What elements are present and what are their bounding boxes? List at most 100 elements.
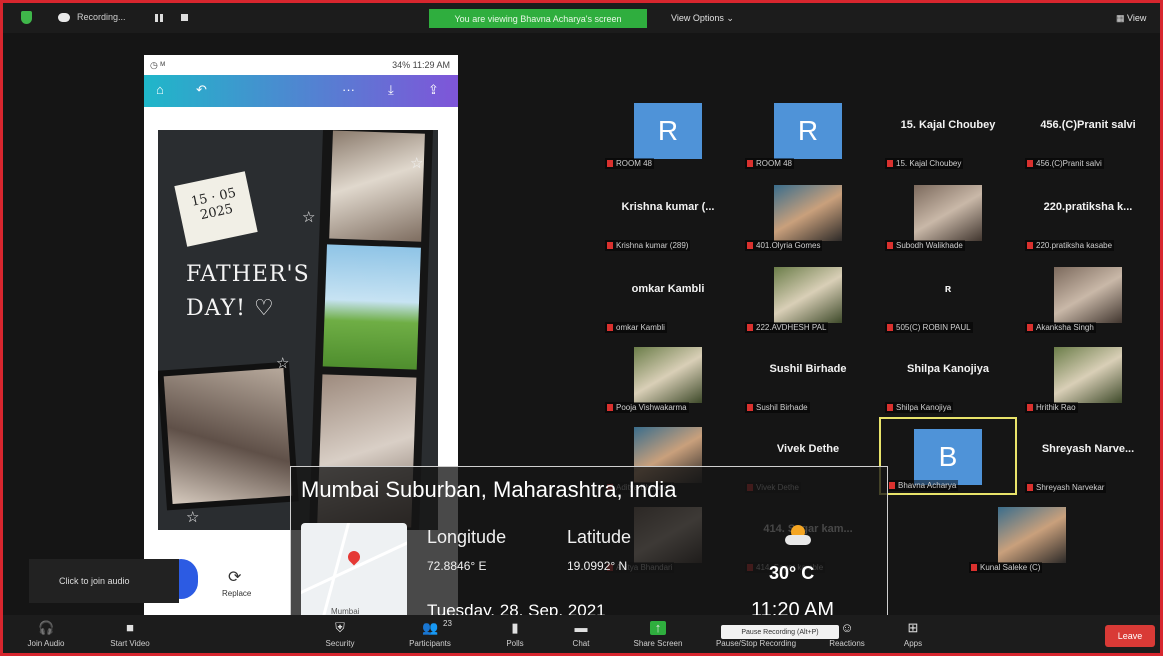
- meeting-toolbar: 🎧 Join Audio ■ Start Video ⛨ Security 👥 …: [3, 615, 1160, 653]
- participant-tile[interactable]: B Bhavna Acharya: [879, 417, 1017, 495]
- participant-name: Subodh Walikhade: [896, 241, 963, 250]
- polls-icon: ▮: [511, 620, 519, 635]
- participant-name: Bhavna Acharya: [898, 481, 957, 490]
- participants-label: Participants: [409, 639, 451, 648]
- participant-video: [1054, 267, 1122, 323]
- join-audio-label: Join Audio: [27, 639, 65, 648]
- participant-name: ROOM 48: [616, 159, 653, 168]
- apps-label: Apps: [903, 639, 923, 648]
- participant-name: Shreyash Narvekar: [1036, 483, 1105, 492]
- participant-tile[interactable]: Kunal Saleke (C): [963, 497, 1101, 575]
- muted-mic-icon: [887, 324, 893, 331]
- participant-display-name: Shreyash Narve...: [1041, 443, 1135, 455]
- zoom-window: Recording... You are viewing Bhavna Acha…: [0, 0, 1163, 656]
- longitude-header: Longitude: [427, 527, 507, 547]
- share-icon[interactable]: ⇪: [428, 82, 439, 98]
- participant-display-name: Sushil Birhade: [769, 363, 847, 375]
- participant-tile[interactable]: 401.Olyria Gomes: [739, 175, 877, 253]
- participant-tile[interactable]: 456.(C)Pranit salvi 456.(C)Pranit salvi: [1019, 93, 1157, 171]
- participant-tile[interactable]: 220.pratiksha k... 220.pratiksha kasabe: [1019, 175, 1157, 253]
- participant-tile[interactable]: Sushil Birhade Sushil Birhade: [739, 337, 877, 415]
- participant-tile[interactable]: Shilpa Kanojiya Shilpa Kanojiya: [879, 337, 1017, 415]
- participant-name: Kunal Saleke (C): [980, 563, 1041, 572]
- weather-icon: [781, 525, 815, 551]
- participant-tile[interactable]: Shreyash Narve... Shreyash Narvekar: [1019, 417, 1157, 495]
- pause-recording-icon[interactable]: [155, 14, 163, 22]
- polls-label: Polls: [506, 639, 524, 648]
- participant-name: ROOM 48: [756, 159, 793, 168]
- participant-tile[interactable]: Hrithik Rao: [1019, 337, 1157, 415]
- recording-label: Recording...: [77, 12, 126, 22]
- participant-name-label: 505(C) ROBIN PAUL: [885, 322, 973, 333]
- temperature: 30° C: [769, 563, 815, 583]
- participant-name: 505(C) ROBIN PAUL: [896, 323, 971, 332]
- longitude-value: 72.8846° E: [427, 559, 487, 573]
- replace-icon[interactable]: ⟳: [228, 567, 241, 587]
- participant-name-label: Shilpa Kanojiya: [885, 402, 954, 413]
- location-title: Mumbai Suburban, Maharashtra, India: [301, 477, 677, 502]
- join-audio-button[interactable]: 🎧 Join Audio: [21, 615, 71, 653]
- participant-tile[interactable]: ʀ 505(C) ROBIN PAUL: [879, 257, 1017, 335]
- participant-video: [774, 267, 842, 323]
- muted-mic-icon: [747, 160, 753, 167]
- participant-name: Krishna kumar (289): [616, 241, 689, 250]
- participant-tile[interactable]: 15. Kajal Choubey 15. Kajal Choubey: [879, 93, 1017, 171]
- muted-mic-icon: [1027, 324, 1033, 331]
- status-left: ◷ ᴹ: [150, 60, 165, 70]
- chat-button[interactable]: ▬ Chat: [563, 615, 599, 653]
- participant-tile[interactable]: omkar Kambli omkar Kambli: [599, 257, 737, 335]
- start-video-button[interactable]: ■ Start Video: [103, 615, 157, 653]
- star-doodle-icon: ☆: [302, 209, 316, 226]
- participant-tile[interactable]: Subodh Walikhade: [879, 175, 1017, 253]
- participant-name-label: 15. Kajal Choubey: [885, 158, 964, 169]
- participant-display-name: Vivek Dethe: [776, 443, 840, 455]
- muted-mic-icon: [887, 242, 893, 249]
- participant-tile[interactable]: Krishna kumar (... Krishna kumar (289): [599, 175, 737, 253]
- participant-name-label: omkar Kambli: [605, 322, 667, 333]
- undo-icon[interactable]: ↶: [196, 82, 207, 98]
- participant-tile[interactable]: R ROOM 48: [739, 93, 877, 171]
- participant-name: 222.AVDHESH PAL: [756, 323, 827, 332]
- download-icon[interactable]: ⤓: [388, 82, 394, 98]
- view-button[interactable]: ▦ View: [1116, 13, 1146, 24]
- cloud-recording-icon: [58, 13, 70, 22]
- muted-mic-icon: [1027, 160, 1033, 167]
- participant-name: Hrithik Rao: [1036, 403, 1076, 412]
- security-label: Security: [325, 639, 355, 648]
- join-audio-popup[interactable]: Click to join audio: [29, 559, 179, 603]
- participant-tile[interactable]: Pooja Vishwakarma: [599, 337, 737, 415]
- participant-avatar: R: [634, 103, 702, 159]
- security-shield-icon[interactable]: [21, 11, 32, 24]
- muted-mic-icon: [607, 160, 613, 167]
- participant-name-label: Bhavna Acharya: [887, 480, 959, 491]
- participant-tile[interactable]: 222.AVDHESH PAL: [739, 257, 877, 335]
- muted-mic-icon: [1027, 484, 1033, 491]
- participant-name-label: 220.pratiksha kasabe: [1025, 240, 1115, 251]
- participant-name-label: Krishna kumar (289): [605, 240, 691, 251]
- participant-name: 15. Kajal Choubey: [896, 159, 962, 168]
- participant-name-label: 401.Olyria Gomes: [745, 240, 823, 251]
- participants-button[interactable]: 👥 Participants: [397, 615, 463, 653]
- apps-button[interactable]: ⊞ Apps: [895, 615, 931, 653]
- video-off-icon: ■: [126, 620, 134, 635]
- participant-tile[interactable]: Akanksha Singh: [1019, 257, 1157, 335]
- participant-name-label: 456.(C)Pranit salvi: [1025, 158, 1104, 169]
- participant-tile[interactable]: R ROOM 48: [599, 93, 737, 171]
- view-options-button[interactable]: View Options ⌄: [671, 13, 734, 24]
- more-icon[interactable]: ···: [342, 82, 355, 97]
- share-screen-button[interactable]: ↑ Share Screen: [625, 615, 691, 653]
- participant-display-name: Krishna kumar (...: [621, 201, 715, 213]
- fathers-line-1: FATHER'S: [186, 262, 310, 287]
- polls-button[interactable]: ▮ Polls: [497, 615, 533, 653]
- stop-recording-icon[interactable]: [181, 14, 188, 21]
- location-overlay: Mumbai Suburban, Maharashtra, India Mumb…: [290, 466, 888, 638]
- participant-name-label: ROOM 48: [605, 158, 655, 169]
- leave-button[interactable]: Leave: [1105, 625, 1155, 647]
- participant-name-label: Pooja Vishwakarma: [605, 402, 689, 413]
- star-doodle-icon: ☆: [276, 355, 290, 372]
- home-icon[interactable]: ⌂: [156, 82, 164, 97]
- muted-mic-icon: [887, 404, 893, 411]
- security-button[interactable]: ⛨ Security: [315, 615, 365, 653]
- participant-avatar: B: [914, 429, 982, 485]
- participant-name-label: Kunal Saleke (C): [969, 562, 1043, 573]
